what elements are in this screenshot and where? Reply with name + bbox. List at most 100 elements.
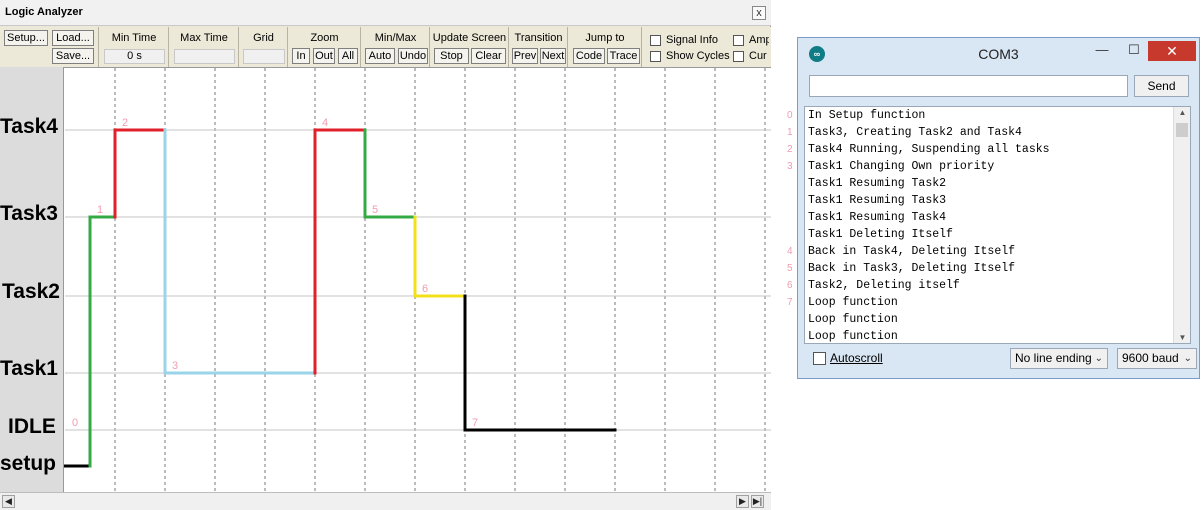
scroll-up-icon[interactable]: ▲ [1174,108,1190,117]
scroll-end-icon[interactable]: ▶| [751,495,764,508]
amp-label: Amp [749,34,769,46]
next-button[interactable]: Next [540,48,566,64]
output-line: Task4 Running, Suspending all tasks [808,143,1050,156]
transition-marker: 0 [72,417,78,429]
jump-group: Jump to Code Trace [569,27,642,67]
jump-label: Jump to [585,32,625,44]
zoom-all-button[interactable]: All [338,48,358,64]
transition-marker: 2 [122,117,128,129]
output-line-number: 4 [787,246,793,257]
scroll-right-icon[interactable]: ▶ [736,495,749,508]
grid-label: Grid [253,32,274,44]
auto-button[interactable]: Auto [365,48,395,64]
zoom-in-button[interactable]: In [292,48,310,64]
cur-checkbox[interactable] [733,51,744,62]
cur-label: Cur [749,50,767,62]
transition-marker: 6 [422,283,428,295]
show-cycles-label: Show Cycles [666,50,730,62]
zoom-out-button[interactable]: Out [313,48,335,64]
max-time-group: Max Time [170,27,239,67]
autoscroll-checkbox[interactable] [813,352,826,365]
line-ending-value: No line ending [1015,351,1092,365]
min-time-value: 0 s [104,49,165,64]
baud-value: 9600 baud [1122,351,1179,365]
chevron-down-icon: ⌄ [1094,353,1103,364]
zoom-group: Zoom In Out All [289,27,361,67]
code-button[interactable]: Code [573,48,605,64]
signal-info-label: Signal Info [666,34,718,46]
file-group: Setup... Load... Save... [0,27,99,67]
output-line-number: 7 [787,297,793,308]
la-title: Logic Analyzer [5,6,83,18]
max-time-label: Max Time [180,32,228,44]
signal-info-checkbox[interactable] [650,35,661,46]
output-line: Task2, Deleting itself [808,279,960,292]
logic-analyzer-window: Logic Analyzer x Setup... Load... Save..… [0,0,771,510]
update-group: Update Screen Stop Clear [431,27,509,67]
transition-marker: 7 [472,417,478,429]
setup-button[interactable]: Setup... [4,30,48,46]
serial-output[interactable]: In Setup function Task3, Creating Task2 a… [804,106,1191,344]
undo-button[interactable]: Undo [398,48,428,64]
prev-button[interactable]: Prev [512,48,538,64]
output-line: Task1 Resuming Task3 [808,194,947,207]
output-line-number: 3 [787,161,793,172]
task-label-idle: IDLE [8,415,56,438]
send-button[interactable]: Send [1134,75,1189,97]
line-ending-select[interactable]: No line ending ⌄ [1010,348,1108,369]
amp-checkbox[interactable] [733,35,744,46]
scroll-left-icon[interactable]: ◀ [2,495,15,508]
autoscroll-label: Autoscroll [830,351,883,365]
task-label-setup: setup [0,452,57,475]
transition-marker: 5 [372,204,378,216]
transition-label: Transition [514,32,563,44]
serial-input[interactable] [809,75,1128,97]
output-line: Task1 Resuming Task2 [808,177,947,190]
output-line-number: 1 [787,127,793,138]
la-horizontal-scrollbar[interactable]: ◀ ▶ ▶| [0,492,771,510]
trace-button[interactable]: Trace [607,48,640,64]
minmax-label: Min/Max [374,32,417,44]
output-line: Loop function [808,330,898,343]
baud-select[interactable]: 9600 baud ⌄ [1117,348,1197,369]
task-label-task2: Task2 [2,280,60,303]
transition-marker: 3 [172,360,178,372]
la-titlebar: Logic Analyzer x [0,0,771,26]
waveform-plot[interactable]: 0 1 2 3 4 5 6 7 [0,67,771,493]
transition-marker: 1 [97,204,103,216]
scroll-thumb[interactable] [1176,123,1188,137]
output-line: Task1 Deleting Itself [808,228,953,241]
minimize-button[interactable]: — [1087,41,1117,61]
load-button[interactable]: Load... [52,30,94,46]
la-toolbar: Setup... Load... Save... Min Time 0 s Ma… [0,27,771,67]
stop-button[interactable]: Stop [434,48,469,64]
minmax-group: Min/Max Auto Undo [362,27,430,67]
output-line: Task3, Creating Task2 and Task4 [808,126,1022,139]
max-time-value [174,49,235,64]
serial-close-button[interactable]: ✕ [1148,41,1196,61]
update-label: Update Screen [432,32,507,44]
output-line-number: 2 [787,144,793,155]
output-line-number: 6 [787,280,793,291]
waveform-svg: 0 1 2 3 4 5 6 7 [63,68,771,493]
arduino-icon: ∞ [809,46,825,62]
task-label-column: Task4 Task3 Task2 Task1 IDLE setup [0,67,64,492]
clear-button[interactable]: Clear [471,48,506,64]
output-line: Back in Task4, Deleting Itself [808,245,1016,258]
output-line: Loop function [808,296,898,309]
output-line: Loop function [808,313,898,326]
save-button[interactable]: Save... [52,48,94,64]
output-line: Back in Task3, Deleting Itself [808,262,1016,275]
maximize-button[interactable]: ☐ [1120,41,1148,61]
task-label-task1: Task1 [0,357,58,380]
output-line: Task1 Resuming Task4 [808,211,947,224]
transition-group: Transition Prev Next [510,27,568,67]
serial-vertical-scrollbar[interactable]: ▲ ▼ [1173,107,1190,343]
output-line-number: 0 [787,110,793,121]
chevron-down-icon: ⌄ [1183,353,1192,364]
scroll-down-icon[interactable]: ▼ [1174,333,1190,342]
show-cycles-checkbox[interactable] [650,51,661,62]
task-label-task3: Task3 [0,202,58,225]
min-time-group: Min Time 0 s [100,27,169,67]
la-close-button[interactable]: x [752,6,766,20]
